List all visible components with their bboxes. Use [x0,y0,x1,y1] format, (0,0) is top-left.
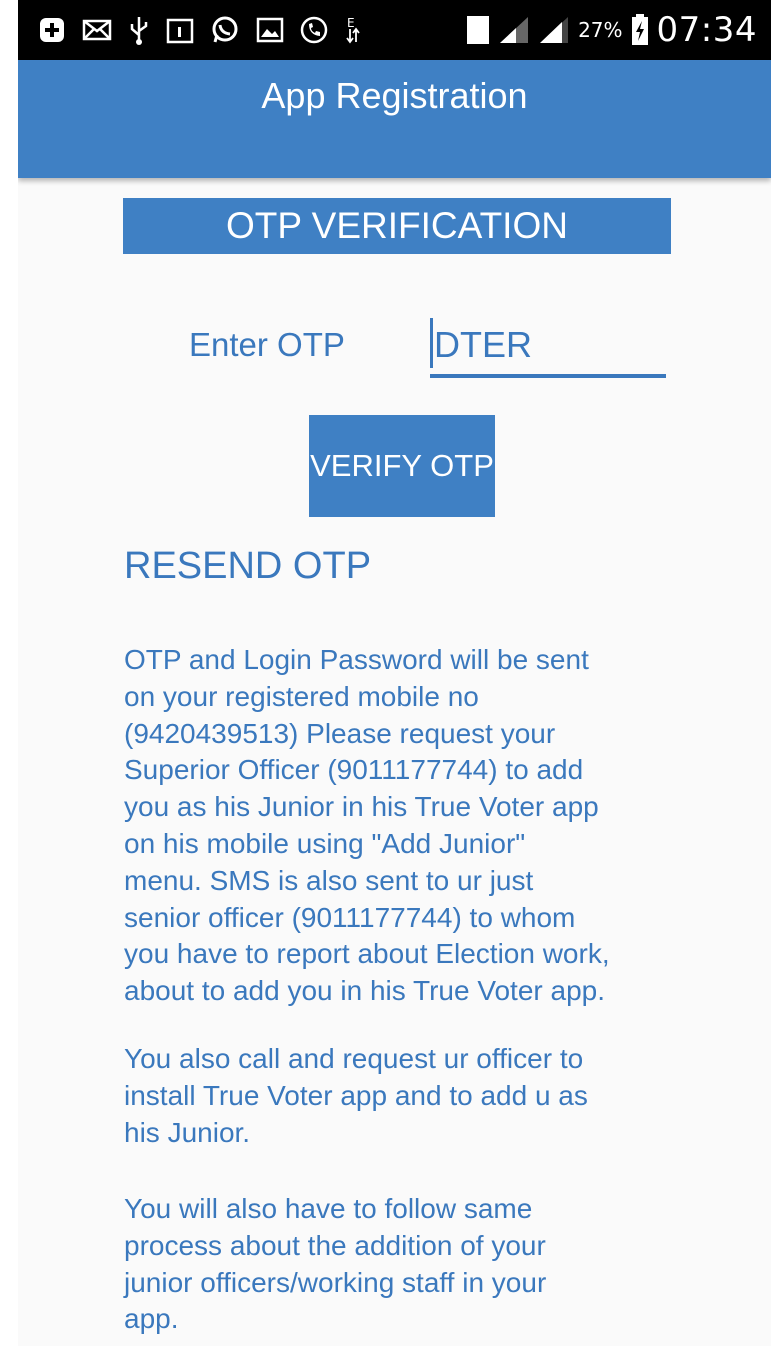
status-bar: E 1 27% 07:34 [18,0,771,60]
otp-label: Enter OTP [189,326,345,363]
add-box-icon [38,16,66,44]
clock: 07:34 [656,10,757,50]
calendar-icon [166,16,194,44]
whatsapp-icon [210,15,240,45]
mail-icon [82,18,112,42]
sim-1-icon [466,15,490,45]
usb-icon [128,15,150,45]
system-icons: 1 27% 07:34 [451,10,771,50]
notification-icons: E [18,15,362,45]
resend-otp-link[interactable]: RESEND OTP [124,545,371,588]
battery-percent: 27% [578,18,623,42]
svg-text:E: E [347,16,355,30]
image-icon [256,17,284,43]
info-paragraph-3: You will also have to follow same proces… [124,1193,547,1335]
data-transfer-icon: E [344,15,362,45]
sim-label: 1 [451,14,468,42]
signal-2-icon [538,15,570,45]
battery-charging-icon [631,14,649,46]
call-icon [300,16,328,44]
otp-verification-header: OTP VERIFICATION [123,198,671,254]
app-bar: App Registration [18,60,771,178]
app-screen: E 1 27% 07:34 App Registration OTP VERIF… [18,0,771,1346]
info-paragraph-1: OTP and Login Password will be sent on y… [124,644,610,1007]
text-cursor [430,318,433,368]
otp-input[interactable] [430,316,666,378]
verify-otp-button[interactable]: VERIFY OTP [309,415,495,517]
page-title: App Registration [261,75,528,116]
signal-1-icon [498,15,530,45]
info-paragraph-2: You also call and request ur officer to … [124,1043,588,1148]
